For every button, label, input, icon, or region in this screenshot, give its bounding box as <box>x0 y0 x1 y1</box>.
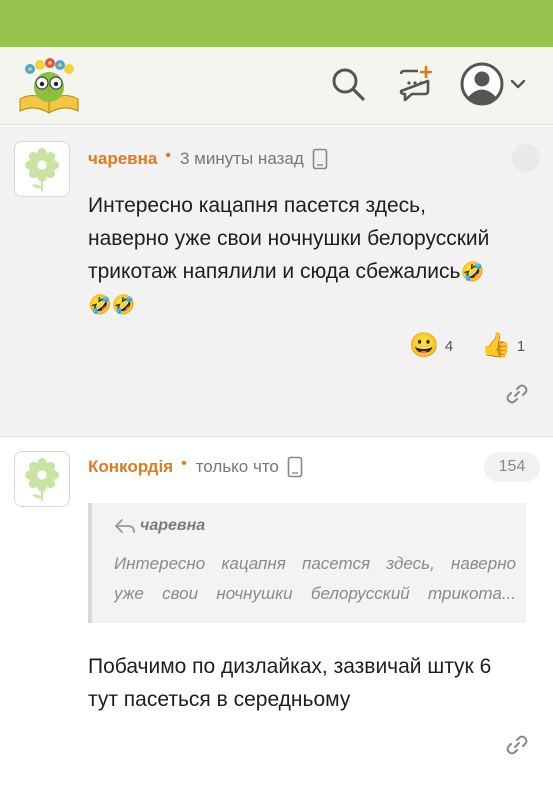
comment-menu-badge[interactable] <box>512 144 540 172</box>
avatar[interactable] <box>14 141 70 197</box>
comment-line: трикотаж напялили и сюда сбежались <box>88 260 461 283</box>
mobile-device-icon <box>287 456 303 478</box>
comment-line: наверно уже свои ночнушки белорусский <box>88 227 490 250</box>
reaction-thumbs-up[interactable]: 👍 1 <box>481 334 525 358</box>
user-avatar-icon[interactable] <box>460 62 504 106</box>
flower-avatar-icon <box>25 148 59 191</box>
timestamp: 3 минуты назад <box>179 149 304 168</box>
quoted-comment[interactable]: чаревна Интересно кацапня пасется здесь,… <box>88 503 526 623</box>
owl-with-book-logo[interactable] <box>16 55 82 115</box>
separator-dot: • <box>165 147 171 164</box>
search-icon[interactable] <box>329 65 367 103</box>
quote-line: Интересно кацапня пасется здесь, наверно <box>114 554 516 573</box>
separator-dot: • <box>181 455 187 472</box>
link-icon[interactable] <box>506 734 528 756</box>
author-name[interactable]: Конкордія <box>88 457 173 477</box>
comment-meta: Конкордія • только что <box>88 455 303 479</box>
quote-header: чаревна <box>114 517 205 535</box>
reaction-grin[interactable]: 😀 4 <box>409 334 453 358</box>
timestamp: только что <box>195 457 279 476</box>
quote-author: чаревна <box>140 517 206 534</box>
rofl-emoji: 🤣 <box>460 262 485 283</box>
reply-arrow-icon <box>115 519 135 533</box>
thumbs-up-icon: 👍 <box>481 332 511 359</box>
rofl-emoji: 🤣 <box>111 295 136 316</box>
comment-card: Конкордія • только что 154 чаревна Интер… <box>0 437 553 800</box>
quote-line: уже свои ночнушки белорусский трикота... <box>114 584 516 603</box>
mobile-device-icon <box>312 148 328 170</box>
comment-number-badge[interactable]: 154 <box>484 452 540 482</box>
comment-line: Интересно кацапня пасется здесь, <box>88 194 426 217</box>
new-post-icon[interactable] <box>396 65 434 103</box>
comment-meta: чаревна • 3 минуты назад <box>88 147 328 171</box>
chevron-down-icon[interactable] <box>509 75 527 93</box>
site-header <box>0 47 553 125</box>
comment-text: Интересно кацапня пасется здесь, наверно… <box>88 189 528 321</box>
reaction-count: 4 <box>444 337 454 355</box>
status-bar <box>0 0 553 47</box>
link-icon[interactable] <box>506 383 528 405</box>
comment-card: чаревна • 3 минуты назад Интересно кацап… <box>0 126 553 437</box>
reaction-count: 1 <box>516 337 526 355</box>
comment-text: Побачимо по дизлайках, зазвичай штук 6 т… <box>88 650 528 716</box>
author-name[interactable]: чаревна <box>88 149 157 169</box>
reactions-bar: 😀 4 👍 1 <box>0 331 553 365</box>
avatar[interactable] <box>14 451 70 507</box>
quote-text: Интересно кацапня пасется здесь, наверно… <box>114 549 516 609</box>
grin-emoji-icon: 😀 <box>409 332 439 359</box>
flower-avatar-icon <box>25 458 59 501</box>
comment-line: тут пасеться в середньому <box>88 688 351 711</box>
rofl-emoji: 🤣 <box>88 295 112 316</box>
comment-line: Побачимо по дизлайках, зазвичай штук 6 <box>88 655 492 678</box>
